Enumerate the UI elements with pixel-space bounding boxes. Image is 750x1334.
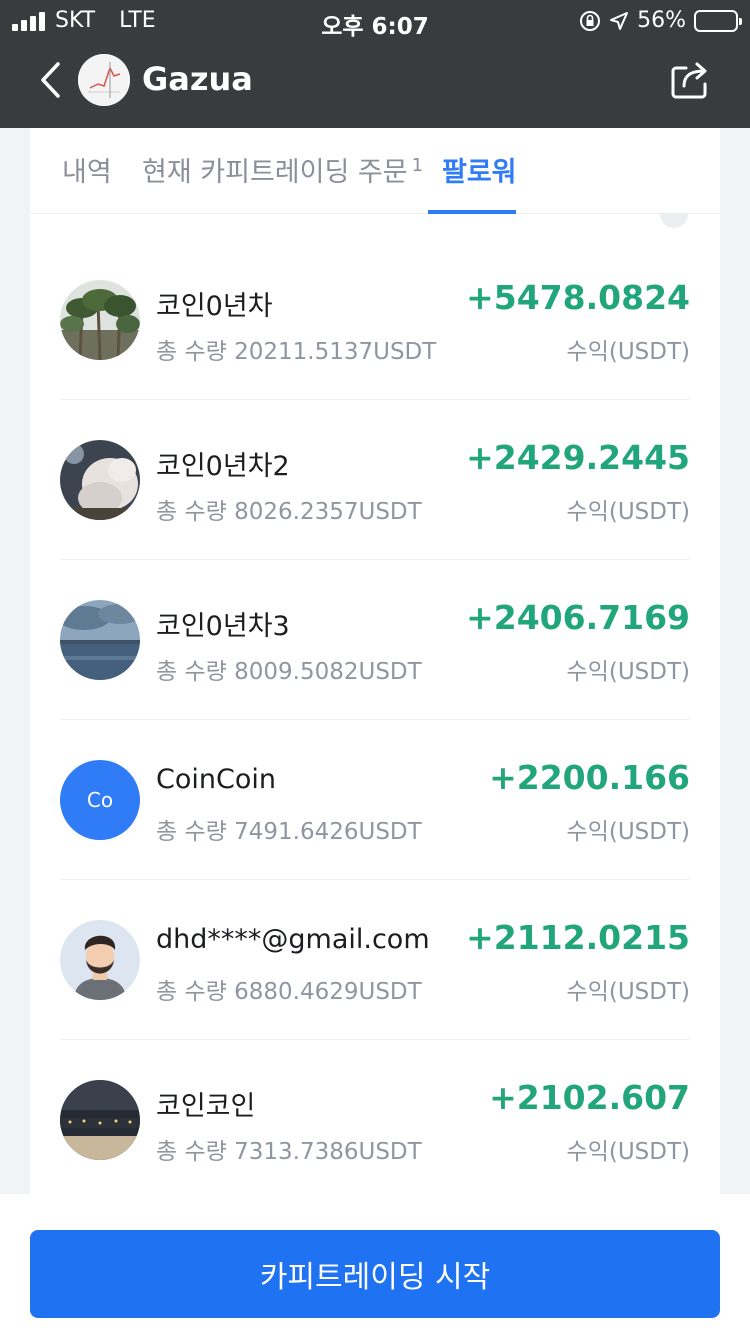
share-icon: [671, 62, 707, 99]
follower-total: 총 수량 7313.7386USDT: [156, 1139, 422, 1165]
profit-unit: 수익(USDT): [566, 499, 690, 525]
follower-name: CoinCoin: [156, 764, 276, 795]
profit-unit: 수익(USDT): [566, 1139, 690, 1165]
follower-name: dhd****@gmail.com: [156, 924, 430, 955]
share-button[interactable]: [668, 58, 712, 102]
follower-profit: +2102.607: [489, 1078, 690, 1117]
start-copy-trading-button[interactable]: 카피트레이딩 시작: [30, 1230, 720, 1318]
orientation-lock-icon: [580, 10, 601, 31]
follower-row[interactable]: 코인코인 총 수량 7313.7386USDT +2102.607 수익(USD…: [60, 1040, 690, 1194]
active-tab-indicator: [428, 210, 516, 214]
status-right: 56%: [579, 8, 742, 33]
follower-profit: +2112.0215: [466, 918, 690, 957]
follower-profit: +2200.166: [489, 758, 690, 797]
trader-avatar: [78, 54, 130, 106]
follower-avatar: [60, 1080, 140, 1160]
follower-avatar: [60, 280, 140, 360]
profit-unit: 수익(USDT): [566, 339, 690, 365]
tab-history[interactable]: 내역: [62, 150, 112, 189]
follower-avatar: [60, 440, 140, 520]
tab-current-orders-count: 1: [411, 155, 424, 176]
follower-avatar: [60, 920, 140, 1000]
tab-bar: 내역 현재 카피트레이딩 주문 1 팔로워: [30, 128, 720, 214]
follower-avatar: [60, 600, 140, 680]
profit-unit: 수익(USDT): [566, 979, 690, 1005]
tab-current-orders[interactable]: 현재 카피트레이딩 주문 1: [142, 150, 423, 189]
follower-total: 총 수량 20211.5137USDT: [156, 339, 437, 365]
back-button[interactable]: [30, 58, 70, 102]
page-title: Gazua: [142, 60, 253, 98]
follower-row[interactable]: 코인0년차 총 수량 20211.5137USDT +5478.0824 수익(…: [60, 240, 690, 400]
content-card: 내역 현재 카피트레이딩 주문 1 팔로워 코인0년차 총 수량 20211.51…: [30, 128, 720, 1194]
tab-followers[interactable]: 팔로워: [442, 150, 517, 189]
tab-history-label: 내역: [62, 157, 112, 188]
app-header: SKT LTE 오후 6:07 56% Gazua: [0, 0, 750, 128]
follower-name: 코인코인: [156, 1091, 256, 1122]
follower-profit: +2406.7169: [466, 598, 690, 637]
follower-row[interactable]: 코인0년차2 총 수량 8026.2357USDT +2429.2445 수익(…: [60, 400, 690, 560]
profit-unit: 수익(USDT): [566, 819, 690, 845]
follower-name: 코인0년차2: [156, 451, 290, 482]
battery-icon: [694, 9, 742, 32]
follower-row[interactable]: 코인0년차3 총 수량 8009.5082USDT +2406.7169 수익(…: [60, 560, 690, 720]
profit-unit: 수익(USDT): [566, 659, 690, 685]
follower-row[interactable]: Co CoinCoin 총 수량 7491.6426USDT +2200.166…: [60, 720, 690, 880]
nav-bar: Gazua: [0, 40, 750, 128]
follower-row[interactable]: dhd****@gmail.com 총 수량 6880.4629USDT +21…: [60, 880, 690, 1040]
follower-profit: +5478.0824: [466, 278, 690, 317]
follower-total: 총 수량 8009.5082USDT: [156, 659, 422, 685]
follower-total: 총 수량 7491.6426USDT: [156, 819, 422, 845]
tab-followers-label: 팔로워: [442, 157, 517, 188]
tab-current-orders-label: 현재 카피트레이딩 주문: [142, 157, 408, 188]
follower-total: 총 수량 6880.4629USDT: [156, 979, 422, 1005]
follower-avatar-initials: Co: [60, 760, 140, 840]
battery-percent: 56%: [637, 8, 686, 33]
follower-name: 코인0년차3: [156, 611, 290, 642]
follower-profit: +2429.2445: [466, 438, 690, 477]
bottom-bar: 카피트레이딩 시작: [0, 1194, 750, 1334]
location-icon: [610, 11, 629, 30]
follower-total: 총 수량 8026.2357USDT: [156, 499, 422, 525]
chevron-left-icon: [41, 62, 60, 98]
status-bar: SKT LTE 오후 6:07 56%: [0, 0, 750, 40]
follower-name: 코인0년차: [156, 291, 273, 322]
